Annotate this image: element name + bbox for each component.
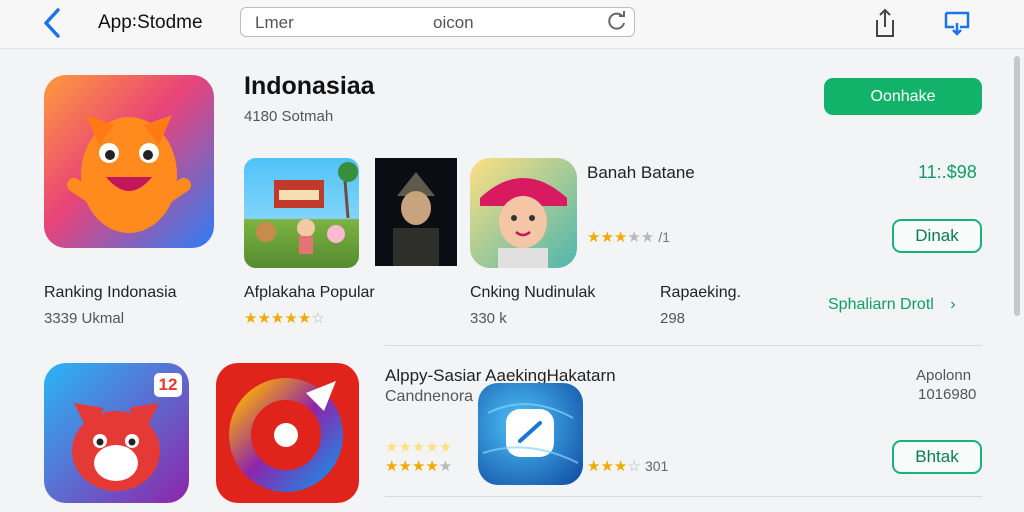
get-button[interactable]: Oonhake [824,78,982,115]
gradient-ring-icon [229,378,343,492]
scrollbar[interactable] [1014,56,1020,316]
cnking-meta: 330 k [470,310,507,327]
reload-icon[interactable] [606,10,628,32]
notification-badge: 12 [154,373,182,397]
featured-item-price: 11:.$98 [918,162,977,182]
row2-button[interactable]: Bhtak [892,440,982,474]
featured-item-button[interactable]: Dinak [892,219,982,253]
share-icon[interactable] [872,8,898,38]
back-chevron-icon[interactable] [42,6,62,46]
compass-icon [482,403,579,464]
see-all-link[interactable]: Sphaliarn Drotl › [828,296,956,314]
row2-right-top: Apolonn [916,367,972,384]
portrait-illustration-icon [393,172,439,266]
rapaeking-meta: 298 [660,310,686,327]
rapaeking-title: Rapaeking. [660,284,741,301]
row2-right-sub: 1016980 [918,386,977,403]
featured-item-name: Banah Batane [587,163,695,182]
search-placeholder: Lmer [255,13,294,32]
row2-rating-a: ★★★★★ [385,439,453,456]
cnking-title: Cnking Nudinulak [470,284,596,301]
app-title: App꞉Stodme [98,12,203,33]
ranking-meta: 3339 Ukmal [44,310,125,327]
featured-item-rating: ★★★★★ /1 [587,229,671,246]
chevron-right-icon: › [950,296,956,313]
bottom-divider [385,496,982,497]
section-divider [385,345,982,346]
search-text: oicon [433,13,474,32]
woman-avatar-icon [480,178,567,268]
popular-title: Afplakaha Popular [244,284,375,301]
blue-compass-app-icon[interactable] [478,383,583,485]
screenshot-thumb-1[interactable] [244,158,359,268]
featured-app-icon[interactable] [44,75,214,248]
see-all-label: Sphaliarn Drotl [828,296,934,313]
app-icon-banah[interactable] [470,158,577,268]
row2-rating-c: ★★★☆ 301 [587,458,669,475]
red-creature-app-icon[interactable]: 12 [44,363,189,503]
row2-subtitle: Candnenora [385,388,474,405]
game-scene-icon [256,162,358,254]
creature-illustration-icon [67,115,191,233]
popular-rating: ★★★★★☆ [244,310,325,327]
screenshot-thumb-2[interactable] [375,158,457,266]
ranking-title: Ranking Indonasia [44,284,177,301]
featured-title: Indonasiaa [244,72,375,100]
search-input[interactable]: Lmer oicon [240,7,635,37]
red-circle-app-icon[interactable] [216,363,359,503]
row2-rating-b: ★★★★★ [385,458,453,475]
featured-subtitle: 4180 Sotmah [244,108,334,125]
cast-icon[interactable] [943,10,971,36]
